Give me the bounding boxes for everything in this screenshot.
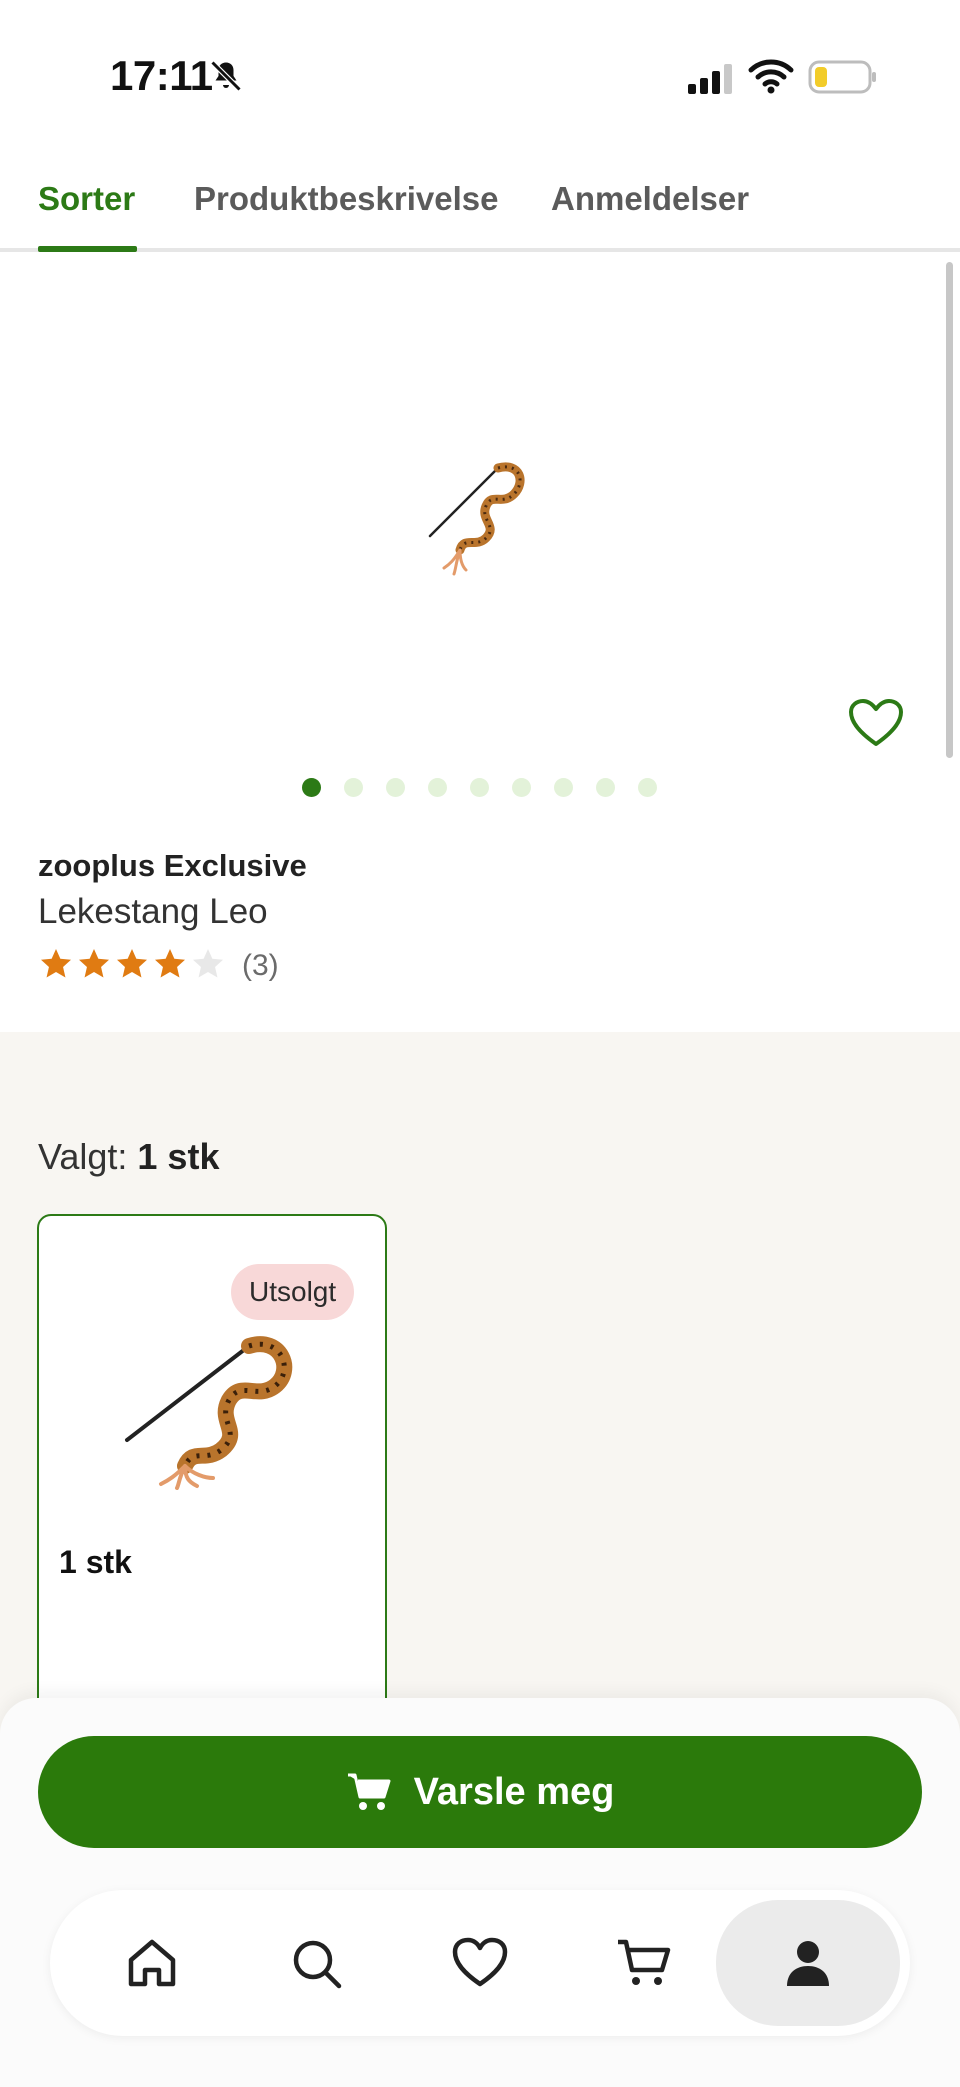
star-filled-icon xyxy=(117,949,147,978)
star-empty-icon xyxy=(193,949,223,978)
profile-icon xyxy=(787,1941,829,1986)
nav-search[interactable] xyxy=(256,1890,376,2036)
bottom-nav xyxy=(50,1890,910,2036)
star-filled-icon xyxy=(155,949,185,978)
tab-anmeldelser[interactable]: Anmeldelser xyxy=(551,180,749,218)
signal-icon xyxy=(688,64,732,94)
tab-produktbeskrivelse[interactable]: Produktbeskrivelse xyxy=(194,180,498,218)
notify-me-label: Varsle meg xyxy=(413,1770,615,1813)
carousel-dot[interactable] xyxy=(386,778,405,797)
nav-home[interactable] xyxy=(92,1890,212,2036)
carousel-dot[interactable] xyxy=(596,778,615,797)
image-carousel-dots xyxy=(0,778,960,798)
nav-favorites[interactable] xyxy=(420,1890,540,2036)
product-image[interactable] xyxy=(420,450,550,580)
carousel-dot[interactable] xyxy=(344,778,363,797)
product-tabs: Sorter Produktbeskrivelse Anmeldelser xyxy=(0,160,960,252)
home-icon xyxy=(128,1939,176,1987)
cart-icon xyxy=(618,1939,671,1985)
star-filled-icon xyxy=(79,949,109,978)
carousel-dot[interactable] xyxy=(302,778,321,797)
status-bar: 17:11 xyxy=(0,0,960,140)
search-icon xyxy=(293,1940,342,1989)
favorite-heart-icon[interactable] xyxy=(848,698,904,748)
carousel-dot[interactable] xyxy=(428,778,447,797)
nav-profile[interactable] xyxy=(716,1900,900,2026)
selected-prefix: Valgt: xyxy=(38,1136,128,1177)
product-name: Lekestang Leo xyxy=(38,892,268,931)
bell-slash-icon xyxy=(210,60,242,92)
variant-card[interactable]: Utsolgt 1 stk xyxy=(37,1214,387,1734)
nav-cart[interactable] xyxy=(584,1890,704,2036)
wifi-icon xyxy=(748,59,794,94)
variant-image xyxy=(125,1336,293,1490)
product-brand[interactable]: zooplus Exclusive xyxy=(38,848,307,884)
notify-me-button[interactable]: Varsle meg xyxy=(38,1736,922,1848)
cart-icon xyxy=(347,1773,391,1810)
status-time: 17:11 xyxy=(110,52,213,99)
selected-variant-label: Valgt: 1 stk xyxy=(38,1136,219,1178)
carousel-dot[interactable] xyxy=(512,778,531,797)
carousel-dot[interactable] xyxy=(554,778,573,797)
battery-low-icon xyxy=(808,60,876,94)
active-tab-indicator xyxy=(38,246,137,252)
bottom-action-panel: Varsle meg xyxy=(0,1698,960,2087)
star-filled-icon xyxy=(41,949,71,978)
scrollbar[interactable] xyxy=(946,262,953,758)
tab-sorter[interactable]: Sorter xyxy=(38,180,135,218)
review-count[interactable]: (3) xyxy=(242,949,279,983)
variant-label: 1 stk xyxy=(59,1544,132,1580)
heart-icon xyxy=(452,1937,508,1987)
selected-value: 1 stk xyxy=(137,1136,220,1177)
carousel-dot[interactable] xyxy=(470,778,489,797)
carousel-dot[interactable] xyxy=(638,778,657,797)
